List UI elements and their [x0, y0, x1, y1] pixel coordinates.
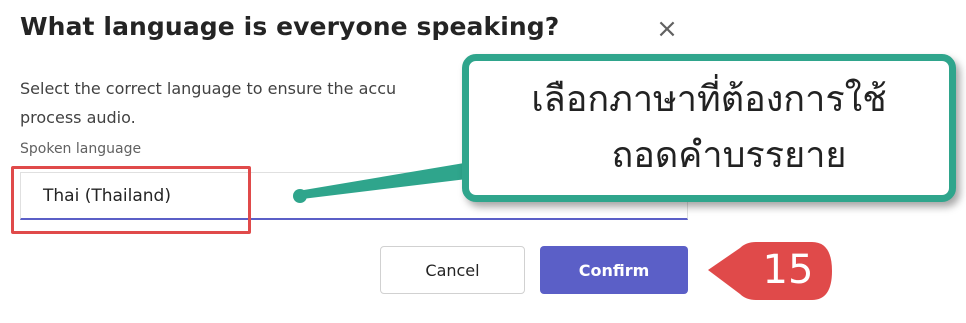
- dialog-title: What language is everyone speaking?: [20, 12, 560, 41]
- dialog-description: Select the correct language to ensure th…: [20, 74, 480, 132]
- highlight-box: [11, 166, 251, 234]
- spoken-language-label: Spoken language: [20, 141, 142, 157]
- description-line-2: process audio.: [20, 108, 136, 127]
- instruction-callout: เลือกภาษาที่ต้องการใช้ ถอดคำบรรยาย: [462, 54, 956, 202]
- close-icon[interactable]: ×: [654, 16, 680, 42]
- callout-line-2: ถอดคำบรรยาย: [611, 135, 847, 176]
- description-line-1: Select the correct language to ensure th…: [20, 79, 397, 98]
- callout-line-1: เลือกภาษาที่ต้องการใช้: [531, 79, 887, 120]
- confirm-button[interactable]: Confirm: [540, 246, 688, 294]
- step-number: 15: [762, 247, 814, 293]
- cancel-button[interactable]: Cancel: [380, 246, 525, 294]
